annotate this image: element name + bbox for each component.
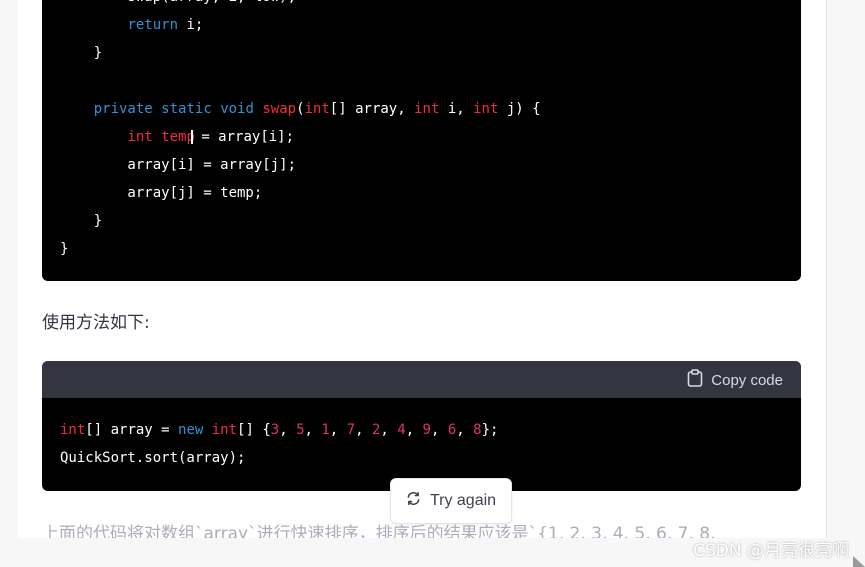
code-block-quicksort-swap: swap(array, i, low); return i; } private…	[42, 0, 801, 281]
code-token: int	[304, 101, 330, 117]
code-line: }	[60, 235, 541, 263]
corner-arrow-icon	[853, 556, 865, 567]
code-line: array[j] = temp;	[60, 179, 541, 207]
code-line: return i;	[60, 11, 541, 39]
code-line: private static void swap(int[] array, in…	[60, 95, 541, 123]
code-token: ,	[456, 422, 474, 438]
refresh-icon	[406, 491, 421, 511]
code-token: static	[161, 101, 212, 117]
try-again-button[interactable]: Try again	[390, 478, 512, 524]
code-line: }	[60, 207, 541, 235]
code-token: void	[220, 101, 254, 117]
code-token: QuickSort.sort(array);	[60, 450, 246, 466]
code-token: int	[211, 422, 238, 438]
code-token: private	[93, 101, 153, 117]
code-content: swap(array, i, low); return i; } private…	[60, 0, 541, 263]
code-token: j) {	[498, 101, 541, 117]
usage-paragraph: 使用方法如下:	[42, 313, 150, 333]
code-line: int[] array = new int[] {3, 5, 1, 7, 2, …	[60, 416, 498, 444]
code-token: ,	[380, 422, 398, 438]
code-line: int temp = array[i];	[60, 123, 541, 151]
code-block-usage: Copy code int[] array = new int[] {3, 5,…	[42, 361, 801, 491]
code-token: array[j] = temp;	[60, 185, 263, 201]
code-token: }	[60, 241, 69, 257]
code-line: QuickSort.sort(array);	[60, 444, 498, 472]
copy-code-label: Copy code	[711, 371, 783, 389]
code-line: array[i] = array[j];	[60, 151, 541, 179]
code-token: int	[127, 129, 153, 145]
code-token: ,	[355, 422, 372, 438]
code-token: 1	[321, 422, 330, 438]
code-token: temp	[161, 129, 195, 145]
chat-page: swap(array, i, low); return i; } private…	[18, 0, 826, 538]
code-token: int	[414, 101, 440, 117]
csdn-watermark: CSDN @月亮很亮啊	[693, 541, 849, 561]
code-token: 8	[473, 422, 482, 438]
code-token: ,	[405, 422, 423, 438]
code-token: = array[i];	[192, 129, 295, 145]
try-again-label: Try again	[429, 492, 497, 509]
code-token: int	[60, 422, 86, 438]
page-divider	[826, 0, 827, 538]
code-content: int[] array = new int[] {3, 5, 1, 7, 2, …	[60, 416, 498, 472]
code-token: 9	[422, 422, 431, 438]
code-token: [] {	[237, 422, 271, 438]
code-token: ,	[304, 422, 322, 438]
code-token: 5	[296, 422, 305, 438]
copy-code-button[interactable]: Copy code	[687, 369, 783, 391]
code-token: i;	[178, 17, 204, 33]
code-token: swap(array, i, low);	[127, 0, 296, 5]
answer-paragraph-faded: 上面的代码将对数组`array`进行快速排序，排序后的结果应该是`{1, 2, …	[42, 524, 716, 538]
code-token: return	[127, 17, 179, 33]
code-token: [] array =	[85, 422, 179, 438]
code-token: swap	[262, 101, 297, 117]
code-token: ,	[430, 422, 448, 438]
code-block-header: Copy code	[42, 361, 801, 398]
code-token: 7	[346, 422, 356, 438]
code-token: (	[296, 101, 305, 117]
code-token: 4	[397, 422, 406, 438]
code-token: 3	[270, 422, 280, 438]
code-token: i,	[439, 101, 474, 117]
code-line: swap(array, i, low);	[60, 0, 541, 11]
code-token: int	[473, 101, 499, 117]
code-token: ,	[329, 422, 347, 438]
code-token: };	[481, 422, 499, 438]
code-token: [] array,	[329, 101, 415, 117]
code-token: }	[60, 45, 103, 61]
code-token: new	[178, 422, 204, 438]
code-line: }	[60, 39, 541, 67]
code-token: }	[60, 213, 103, 229]
clipboard-icon	[687, 369, 703, 391]
code-token: ,	[279, 422, 297, 438]
code-token: array[i] = array[j];	[60, 157, 297, 173]
